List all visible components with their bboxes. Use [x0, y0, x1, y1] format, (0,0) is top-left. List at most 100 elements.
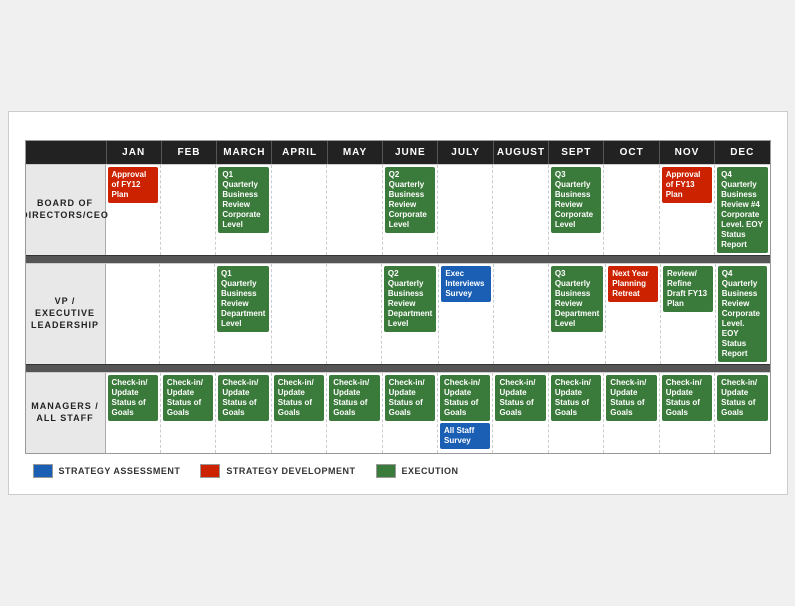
cell-s2-m11: Check-in/ Update Status of Goals	[714, 373, 769, 453]
legend-label-2: EXECUTION	[402, 466, 459, 476]
cell-s0-m7	[492, 165, 547, 255]
calendar: JANFEBMARCHAPRILMAYJUNEJULYAUGUSTSEPTOCT…	[25, 140, 771, 454]
event-s1-m5-e0: Q2 Quarterly Business Review Department …	[384, 266, 436, 332]
cell-s1-m3	[271, 264, 326, 364]
cell-s0-m5: Q2 Quarterly Business Review Corporate L…	[382, 165, 437, 255]
event-s2-m5-e0: Check-in/ Update Status of Goals	[385, 375, 435, 421]
event-s2-m11-e0: Check-in/ Update Status of Goals	[717, 375, 767, 421]
event-s2-m4-e0: Check-in/ Update Status of Goals	[329, 375, 379, 421]
calendar-body: BOARD OF DIRECTORS/CEOApproval of FY12 P…	[26, 164, 770, 453]
month-header-feb: FEB	[161, 141, 216, 164]
header-row: JANFEBMARCHAPRILMAYJUNEJULYAUGUSTSEPTOCT…	[26, 141, 770, 164]
cell-s0-m11: Q4 Quarterly Business Review #4 Corporat…	[714, 165, 769, 255]
cell-s0-m1	[160, 165, 215, 255]
cell-s0-m10: Approval of FY13 Plan	[659, 165, 714, 255]
event-s2-m6-e1: All Staff Survey	[440, 423, 490, 449]
month-header-april: APRIL	[271, 141, 326, 164]
event-s0-m10-e0: Approval of FY13 Plan	[662, 167, 712, 203]
month-header-may: MAY	[327, 141, 382, 164]
section-divider-2	[26, 364, 770, 372]
event-s2-m10-e0: Check-in/ Update Status of Goals	[662, 375, 712, 421]
cell-s0-m8: Q3 Quarterly Business Review Corporate L…	[548, 165, 603, 255]
cell-s2-m4: Check-in/ Update Status of Goals	[326, 373, 381, 453]
main-container: JANFEBMARCHAPRILMAYJUNEJULYAUGUSTSEPTOCT…	[8, 111, 788, 495]
legend-box-red	[200, 464, 220, 478]
section-row-0: BOARD OF DIRECTORS/CEOApproval of FY12 P…	[26, 164, 770, 255]
legend-item-2: EXECUTION	[376, 464, 459, 478]
cell-s1-m11: Q4 Quarterly Business Review Corporate L…	[715, 264, 770, 364]
event-s0-m2-e0: Q1 Quarterly Business Review Corporate L…	[218, 167, 268, 233]
cell-s0-m9	[603, 165, 658, 255]
months-grid-1: Q1 Quarterly Business Review Department …	[106, 264, 770, 364]
cell-s0-m3	[271, 165, 326, 255]
cell-s2-m10: Check-in/ Update Status of Goals	[659, 373, 714, 453]
cell-s2-m0: Check-in/ Update Status of Goals	[106, 373, 160, 453]
cell-s0-m0: Approval of FY12 Plan	[106, 165, 160, 255]
legend-item-0: STRATEGY ASSESSMENT	[33, 464, 181, 478]
cell-s2-m3: Check-in/ Update Status of Goals	[271, 373, 326, 453]
event-s0-m11-e0: Q4 Quarterly Business Review #4 Corporat…	[717, 167, 767, 253]
cell-s1-m2: Q1 Quarterly Business Review Department …	[214, 264, 271, 364]
event-s0-m0-e0: Approval of FY12 Plan	[108, 167, 158, 203]
cell-s2-m9: Check-in/ Update Status of Goals	[603, 373, 658, 453]
month-header-july: JULY	[437, 141, 492, 164]
event-s0-m8-e0: Q3 Quarterly Business Review Corporate L…	[551, 167, 601, 233]
event-s0-m5-e0: Q2 Quarterly Business Review Corporate L…	[385, 167, 435, 233]
cell-s0-m4	[326, 165, 381, 255]
event-s1-m11-e0: Q4 Quarterly Business Review Corporate L…	[718, 266, 768, 362]
event-s1-m2-e0: Q1 Quarterly Business Review Department …	[217, 266, 269, 332]
event-s1-m10-e0: Review/ Refine Draft FY13 Plan	[663, 266, 713, 312]
months-grid-0: Approval of FY12 Plan Q1 Quarterly Busine…	[106, 165, 770, 255]
month-header-august: AUGUST	[493, 141, 548, 164]
event-s2-m2-e0: Check-in/ Update Status of Goals	[218, 375, 268, 421]
cell-s1-m0	[106, 264, 160, 364]
legend-label-0: STRATEGY ASSESSMENT	[59, 466, 181, 476]
row-label-1: VP / EXECUTIVE LEADERSHIP	[26, 264, 106, 364]
cell-s2-m1: Check-in/ Update Status of Goals	[160, 373, 215, 453]
event-s2-m3-e0: Check-in/ Update Status of Goals	[274, 375, 324, 421]
months-grid-2: Check-in/ Update Status of GoalsCheck-in…	[106, 373, 770, 453]
cell-s2-m6: Check-in/ Update Status of GoalsAll Staf…	[437, 373, 492, 453]
cell-s1-m10: Review/ Refine Draft FY13 Plan	[660, 264, 715, 364]
header-label-spacer	[26, 141, 106, 164]
cell-s2-m5: Check-in/ Update Status of Goals	[382, 373, 437, 453]
row-label-0: BOARD OF DIRECTORS/CEO	[26, 165, 106, 255]
event-s2-m7-e0: Check-in/ Update Status of Goals	[495, 375, 545, 421]
event-s2-m0-e0: Check-in/ Update Status of Goals	[108, 375, 158, 421]
event-s2-m1-e0: Check-in/ Update Status of Goals	[163, 375, 213, 421]
cell-s1-m7	[493, 264, 548, 364]
cell-s1-m1	[159, 264, 214, 364]
event-s2-m8-e0: Check-in/ Update Status of Goals	[551, 375, 601, 421]
event-s1-m9-e0: Next Year Planning Retreat	[608, 266, 658, 302]
event-s1-m6-e0: Exec Interviews Survey	[441, 266, 491, 302]
month-header-march: MARCH	[216, 141, 271, 164]
month-header-sept: SEPT	[548, 141, 603, 164]
legend-box-green	[376, 464, 396, 478]
cell-s1-m5: Q2 Quarterly Business Review Department …	[381, 264, 438, 364]
row-label-2: MANAGERS / ALL STAFF	[26, 373, 106, 453]
event-s2-m6-e0: Check-in/ Update Status of Goals	[440, 375, 490, 421]
cell-s0-m6	[437, 165, 492, 255]
month-header-dec: DEC	[714, 141, 769, 164]
cell-s1-m4	[326, 264, 381, 364]
cell-s1-m6: Exec Interviews Survey	[438, 264, 493, 364]
section-row-2: MANAGERS / ALL STAFFCheck-in/ Update Sta…	[26, 372, 770, 453]
cell-s1-m9: Next Year Planning Retreat	[605, 264, 660, 364]
cell-s0-m2: Q1 Quarterly Business Review Corporate L…	[215, 165, 270, 255]
legend: STRATEGY ASSESSMENT STRATEGY DEVELOPMENT E…	[25, 464, 771, 478]
legend-item-1: STRATEGY DEVELOPMENT	[200, 464, 355, 478]
month-header-june: JUNE	[382, 141, 437, 164]
event-s2-m9-e0: Check-in/ Update Status of Goals	[606, 375, 656, 421]
legend-label-1: STRATEGY DEVELOPMENT	[226, 466, 355, 476]
legend-box-blue	[33, 464, 53, 478]
month-header-oct: OCT	[603, 141, 658, 164]
cell-s2-m7: Check-in/ Update Status of Goals	[492, 373, 547, 453]
cell-s2-m2: Check-in/ Update Status of Goals	[215, 373, 270, 453]
cell-s2-m8: Check-in/ Update Status of Goals	[548, 373, 603, 453]
month-header-nov: NOV	[659, 141, 714, 164]
event-s1-m8-e0: Q3 Quarterly Business Review Department …	[551, 266, 603, 332]
section-row-1: VP / EXECUTIVE LEADERSHIP Q1 Quarterly Bu…	[26, 263, 770, 364]
cell-s1-m8: Q3 Quarterly Business Review Department …	[548, 264, 605, 364]
month-header-jan: JAN	[106, 141, 161, 164]
section-divider-1	[26, 255, 770, 263]
